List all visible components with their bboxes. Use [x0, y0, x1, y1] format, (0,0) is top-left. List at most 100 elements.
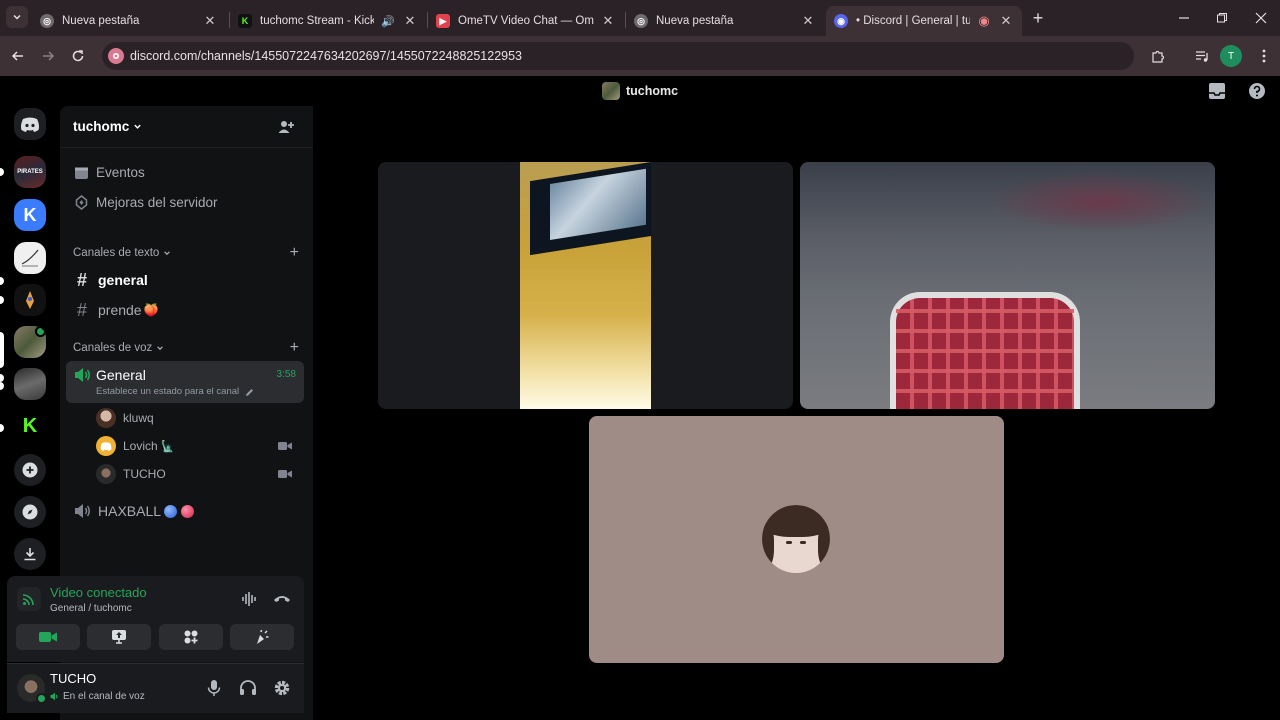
mute-button[interactable]	[206, 679, 222, 697]
channel-general[interactable]: # general	[66, 265, 304, 295]
download-apps-button[interactable]	[14, 538, 46, 570]
forward-button[interactable]	[36, 44, 60, 68]
create-voice-channel-button[interactable]: +	[290, 339, 299, 357]
rocket-icon	[26, 291, 34, 309]
screen-share-button[interactable]	[87, 624, 151, 650]
discord-logo-icon	[21, 117, 39, 132]
create-text-channel-button[interactable]: +	[290, 244, 299, 262]
connection-info-button[interactable]	[17, 587, 41, 611]
site-info-icon[interactable]	[108, 48, 124, 64]
tab-title: • Discord | General | tuchomc	[856, 15, 970, 27]
server-header[interactable]: tuchomc	[60, 106, 313, 148]
user-name[interactable]: TUCHO	[50, 671, 96, 686]
close-tab-icon[interactable]: ✕	[800, 13, 816, 29]
tab-search-button[interactable]	[6, 6, 28, 28]
help-button[interactable]	[1248, 82, 1266, 100]
invite-people-button[interactable]	[277, 118, 295, 136]
activities-button[interactable]	[159, 624, 223, 650]
disconnect-button[interactable]	[273, 593, 291, 605]
reload-icon	[72, 50, 84, 62]
help-icon	[1249, 83, 1265, 99]
server-dark-avatar[interactable]	[14, 368, 46, 400]
voice-user-kluwq[interactable]: kluwq	[96, 408, 154, 428]
server-logo-art: PIRATES	[17, 169, 43, 175]
channel-prende[interactable]: # prende 🍑	[66, 295, 304, 325]
channel-status-hint[interactable]: Establece un estado para el canal	[96, 386, 239, 397]
channel-emoji: 🍑	[143, 303, 159, 317]
video-tile-tucho[interactable]	[589, 416, 1004, 663]
arrow-right-icon	[43, 51, 55, 61]
avatar	[96, 436, 116, 456]
inbox-button[interactable]	[1208, 82, 1226, 100]
server-rocket[interactable]	[14, 284, 46, 316]
pencil-icon[interactable]	[245, 388, 254, 397]
browser-tab-strip: ◎ Nueva pestaña ✕ K tuchomc Stream - Kic…	[0, 0, 1280, 36]
browser-tab-1[interactable]: ◎ Nueva pestaña ✕	[32, 6, 226, 36]
browser-tab-5-active[interactable]: ◉ • Discord | General | tuchomc ◉ ✕	[826, 6, 1022, 36]
browser-tab-2[interactable]: K tuchomc Stream - Kick Dash 🔊 ✕	[230, 6, 426, 36]
voice-user-lovich[interactable]: Lovich 🗽	[96, 436, 292, 456]
profile-avatar[interactable]: T	[1220, 45, 1242, 67]
signal-icon	[22, 594, 34, 606]
noise-suppression-button[interactable]	[241, 591, 259, 607]
voice-user-tucho[interactable]: TUCHO	[96, 464, 292, 484]
inbox-icon	[1209, 83, 1225, 99]
audio-playing-icon[interactable]: 🔊	[380, 15, 396, 28]
rtc-status[interactable]: Video conectado	[50, 585, 147, 600]
voice-channels-category[interactable]: Canales de voz	[73, 342, 164, 354]
explore-servers-button[interactable]	[14, 496, 46, 528]
user-status: En el canal de voz	[63, 691, 145, 702]
server-kick-blue[interactable]: K	[14, 199, 46, 231]
chrome-menu-button[interactable]	[1252, 44, 1276, 68]
unread-pip	[0, 296, 4, 304]
close-tab-icon[interactable]: ✕	[998, 13, 1014, 29]
camera-feed	[990, 172, 1210, 232]
server-pirates[interactable]: PIRATES	[14, 156, 46, 188]
add-server-button[interactable]	[14, 454, 46, 486]
soundboard-button[interactable]	[230, 624, 294, 650]
deafen-button[interactable]	[239, 679, 257, 697]
voice-channel-haxball[interactable]: HAXBALL	[66, 496, 304, 526]
hash-icon: #	[76, 299, 87, 320]
text-channels-category[interactable]: Canales de texto	[73, 247, 171, 259]
tab-title: Nueva pestaña	[62, 15, 140, 27]
close-tab-icon[interactable]: ✕	[600, 13, 616, 29]
server-sketch[interactable]	[14, 242, 46, 274]
browser-tab-3[interactable]: ▶ OmeTV Video Chat — Omegle ✕	[428, 6, 624, 36]
chevron-down-icon	[164, 251, 171, 256]
discord-icon: ◉	[834, 14, 848, 28]
hash-icon: #	[76, 269, 87, 290]
new-tab-button[interactable]: +	[1026, 6, 1050, 30]
minimize-button[interactable]	[1172, 6, 1196, 30]
voice-channel-general[interactable]: General 3:58 Establece un estado para el…	[66, 361, 304, 403]
server-tuchomc-selected[interactable]	[14, 326, 46, 358]
reload-button[interactable]	[66, 44, 90, 68]
boosts-label: Mejoras del servidor	[96, 195, 218, 210]
server-boosts-item[interactable]: Mejoras del servidor	[74, 195, 218, 210]
camera-button[interactable]	[16, 624, 80, 650]
video-tile-lovich[interactable]	[800, 162, 1215, 409]
address-bar[interactable]: discord.com/channels/1455072247634202697…	[102, 42, 1134, 70]
direct-messages-button[interactable]	[14, 108, 46, 140]
extensions-button[interactable]	[1146, 44, 1170, 68]
rtc-location[interactable]: General / tuchomc	[50, 603, 132, 614]
voice-connection-panel: Video conectado General / tuchomc	[7, 576, 304, 662]
events-item[interactable]: Eventos	[74, 165, 145, 180]
close-tab-icon[interactable]: ✕	[202, 13, 218, 29]
discord-logo-icon	[100, 441, 112, 451]
close-tab-icon[interactable]: ✕	[402, 13, 418, 29]
user-settings-button[interactable]	[273, 679, 291, 697]
close-window-button[interactable]	[1249, 6, 1273, 30]
restore-button[interactable]	[1210, 6, 1234, 30]
server-kick-green[interactable]: K	[14, 410, 46, 442]
chevron-down-icon	[157, 346, 164, 351]
user-avatar[interactable]	[17, 674, 47, 704]
back-button[interactable]	[6, 44, 30, 68]
speaker-icon	[75, 368, 90, 382]
headphones-icon	[240, 680, 256, 695]
video-tile-kluwq[interactable]	[378, 162, 793, 409]
ometv-icon: ▶	[436, 14, 450, 28]
media-controls-button[interactable]	[1190, 44, 1214, 68]
plus-circle-icon	[22, 462, 38, 478]
browser-tab-4[interactable]: ◎ Nueva pestaña ✕	[626, 6, 824, 36]
